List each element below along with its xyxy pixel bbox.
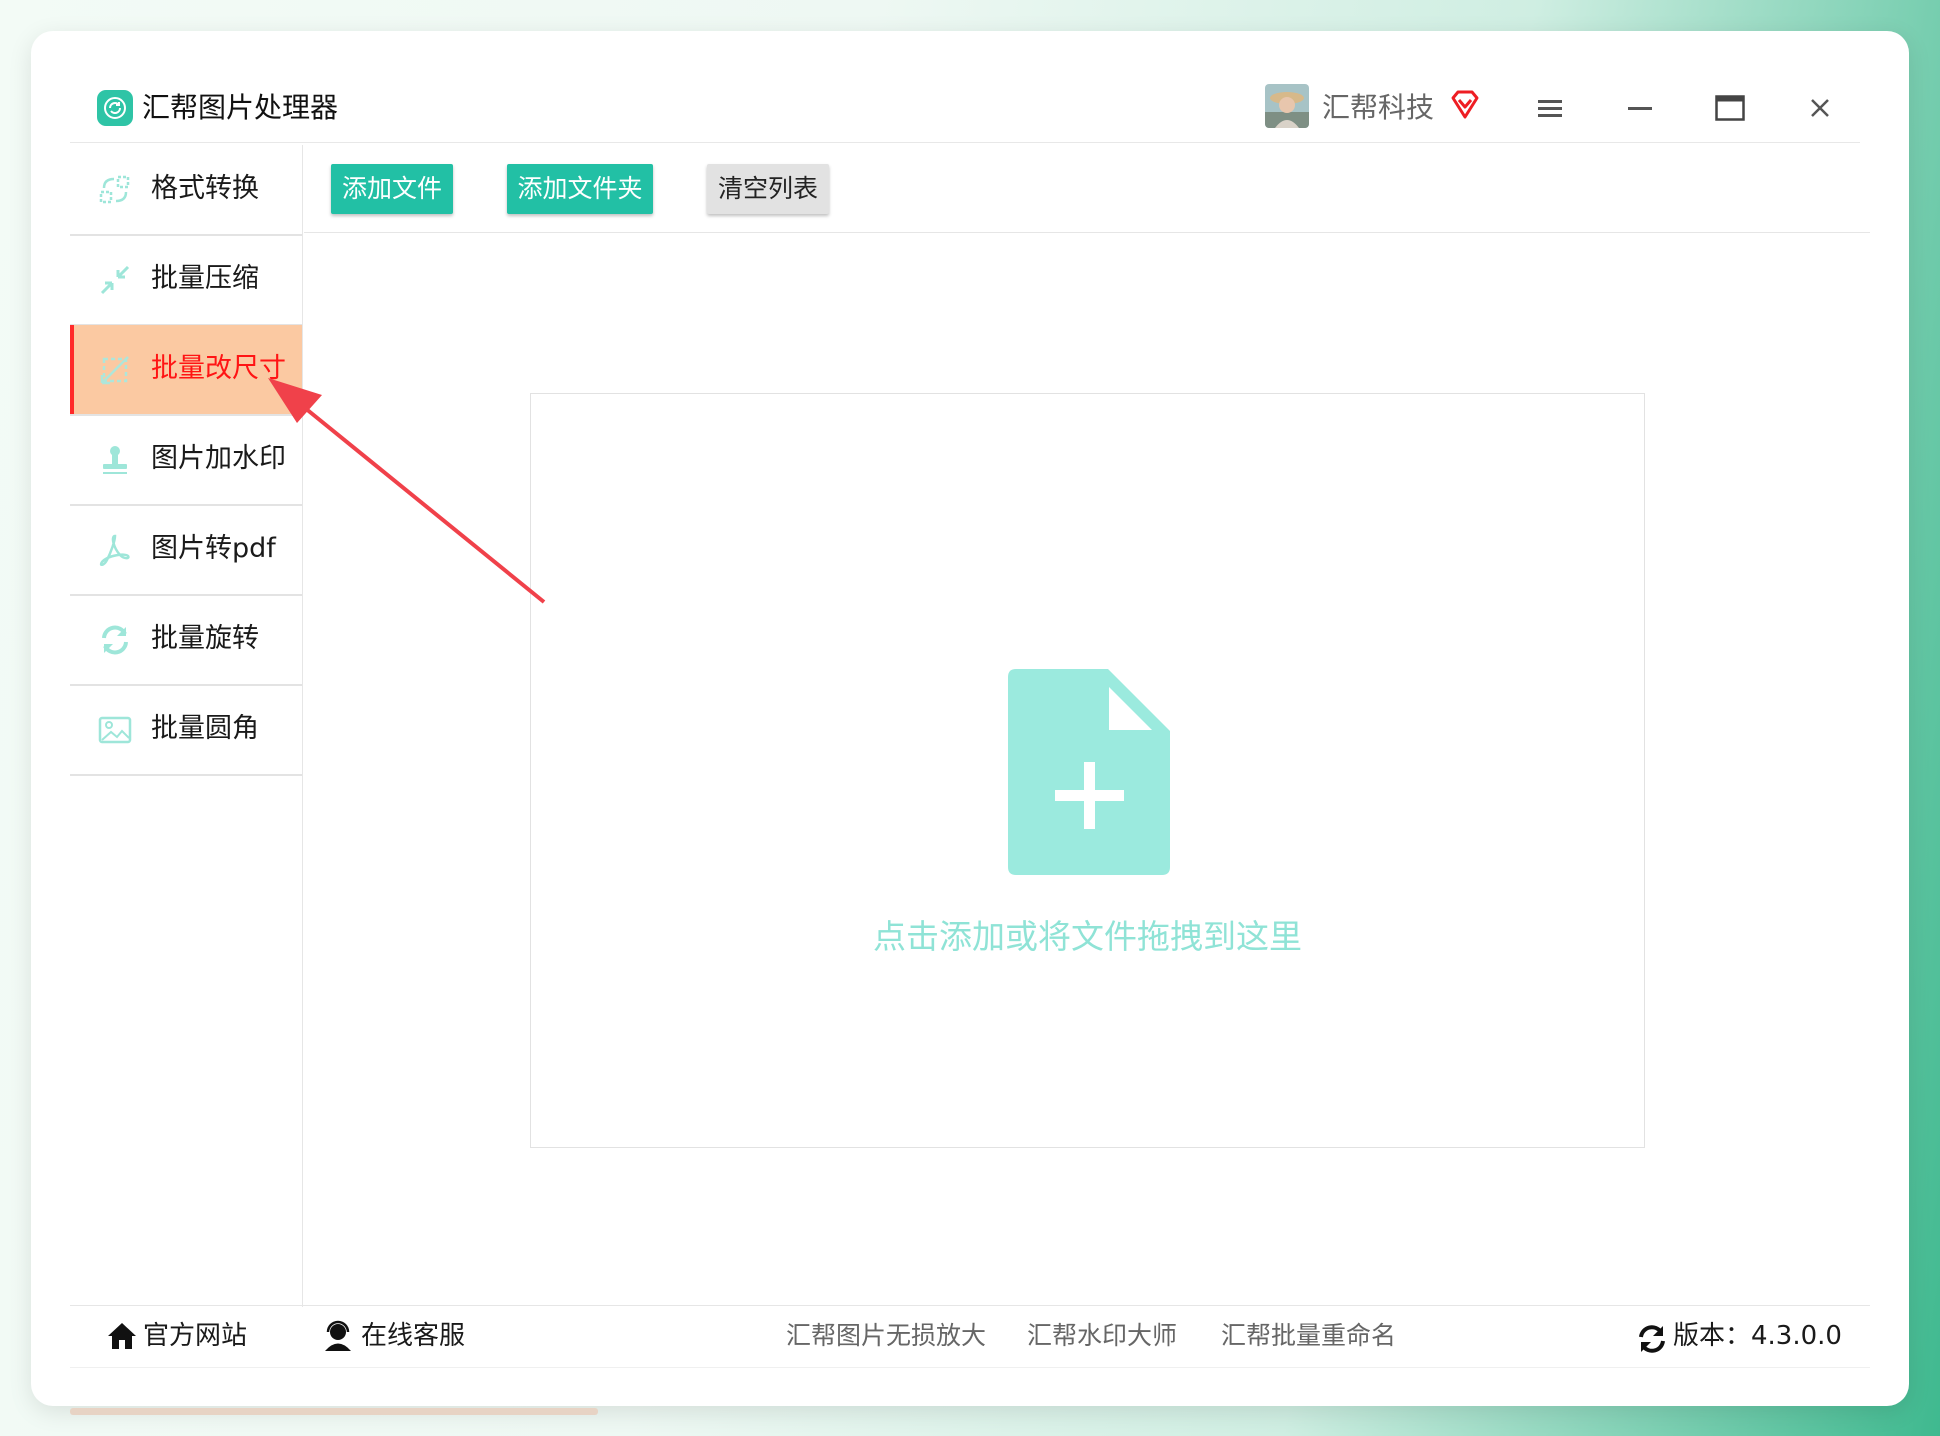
taskbar-strip	[70, 1408, 598, 1415]
add-folder-button[interactable]: 添加文件夹	[507, 164, 653, 214]
sidebar-item-resize[interactable]: 批量改尺寸	[70, 325, 302, 416]
image-icon	[98, 716, 132, 744]
official-website-link[interactable]: 官方网站	[143, 1316, 247, 1356]
file-dropzone[interactable]: 点击添加或将文件拖拽到这里	[530, 393, 1645, 1148]
sidebar-item-label: 批量改尺寸	[151, 353, 286, 384]
vip-diamond-icon[interactable]	[1449, 89, 1481, 121]
online-support-link[interactable]: 在线客服	[361, 1316, 465, 1356]
footer-link-upscale[interactable]: 汇帮图片无损放大	[786, 1316, 986, 1356]
pdf-icon	[99, 534, 130, 566]
avatar[interactable]	[1265, 84, 1309, 128]
refresh-icon[interactable]	[1636, 1323, 1668, 1355]
format-convert-icon	[99, 175, 130, 204]
sidebar: 格式转换 批量压缩 批量改尺寸 图片加水印 图片转pdf 批量旋转 批量圆角	[70, 145, 303, 1307]
sidebar-item-compress[interactable]: 批量压缩	[70, 235, 302, 326]
window-bottom-divider	[70, 1367, 1870, 1368]
add-file-icon	[1008, 669, 1170, 875]
close-icon[interactable]	[1800, 88, 1840, 128]
add-file-button[interactable]: 添加文件	[331, 164, 453, 214]
home-icon[interactable]	[106, 1320, 138, 1352]
minimize-icon[interactable]	[1620, 88, 1660, 128]
clear-list-button[interactable]: 清空列表	[707, 164, 829, 214]
sidebar-item-format-convert[interactable]: 格式转换	[70, 145, 302, 236]
title-divider	[70, 142, 1860, 143]
app-logo-icon	[97, 90, 133, 126]
user-name[interactable]: 汇帮科技	[1322, 88, 1434, 128]
dropzone-hint: 点击添加或将文件拖拽到这里	[873, 917, 1302, 956]
maximize-icon[interactable]	[1710, 88, 1750, 128]
sidebar-item-watermark[interactable]: 图片加水印	[70, 415, 302, 506]
support-agent-icon[interactable]	[322, 1320, 354, 1352]
sidebar-item-label: 图片转pdf	[151, 533, 276, 564]
version-label: 版本：4.3.0.0	[1673, 1321, 1842, 1351]
sidebar-item-label: 批量压缩	[151, 263, 259, 294]
stamp-icon	[103, 446, 127, 474]
footer-divider	[70, 1305, 1870, 1306]
rotate-icon	[102, 625, 128, 655]
resize-icon	[100, 356, 129, 385]
app-title: 汇帮图片处理器	[142, 91, 339, 124]
sidebar-item-label: 批量圆角	[151, 713, 259, 744]
sidebar-item-rotate[interactable]: 批量旋转	[70, 595, 302, 686]
sidebar-item-label: 图片加水印	[151, 443, 286, 474]
sidebar-item-label: 批量旋转	[151, 623, 259, 654]
menu-icon[interactable]	[1530, 88, 1570, 128]
footer-link-rename[interactable]: 汇帮批量重命名	[1221, 1316, 1396, 1356]
sidebar-item-to-pdf[interactable]: 图片转pdf	[70, 505, 302, 596]
compress-icon	[100, 265, 130, 295]
sidebar-item-label: 格式转换	[151, 173, 259, 204]
sidebar-item-round-corner[interactable]: 批量圆角	[70, 685, 302, 776]
toolbar-divider	[304, 232, 1870, 233]
footer-link-watermark[interactable]: 汇帮水印大师	[1027, 1316, 1177, 1356]
